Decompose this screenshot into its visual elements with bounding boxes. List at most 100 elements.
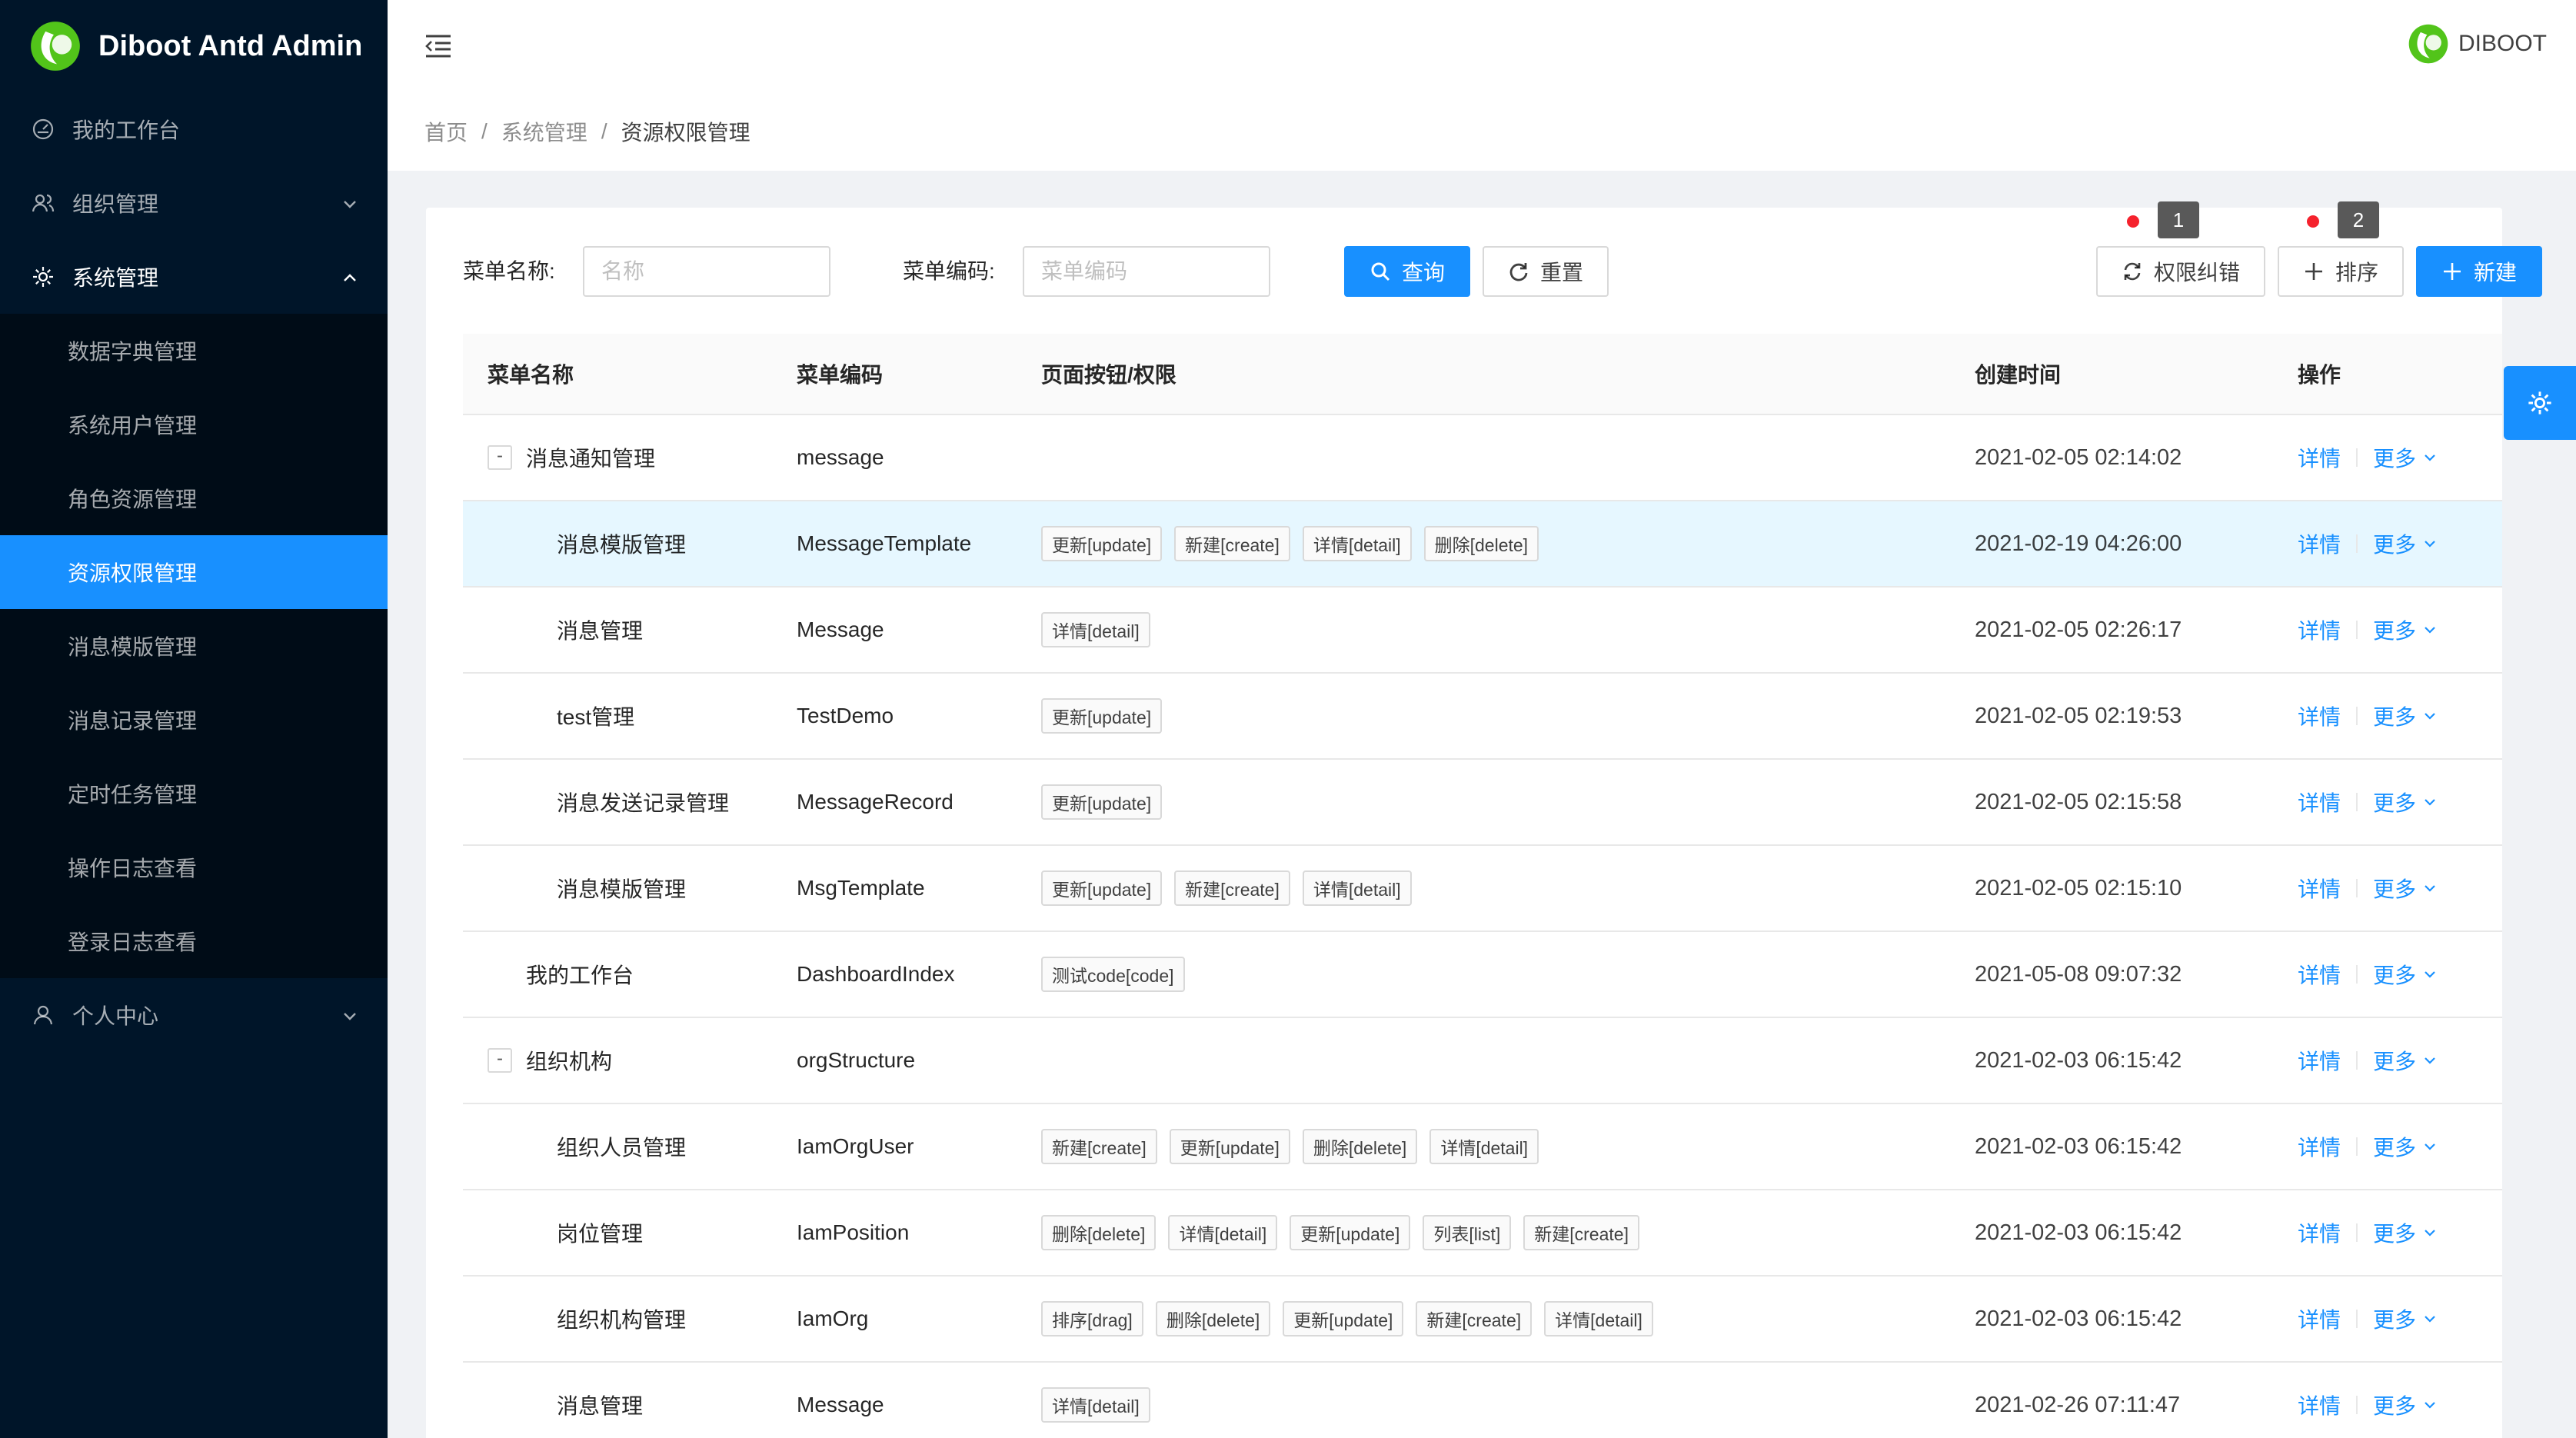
chevron-down-icon bbox=[2425, 713, 2435, 720]
permission-tag: 更新[update] bbox=[1041, 526, 1163, 561]
chevron-down-icon bbox=[2425, 1057, 2435, 1064]
reset-button-label: 重置 bbox=[1539, 261, 1583, 285]
permission-tag: 新建[create] bbox=[1416, 1301, 1533, 1336]
cell-actions: 详情 更多 bbox=[2298, 588, 2438, 672]
detail-link[interactable]: 详情 bbox=[2298, 1303, 2341, 1334]
more-dropdown[interactable]: 更多 bbox=[2373, 959, 2438, 990]
logo[interactable]: Diboot Antd Admin bbox=[0, 0, 388, 92]
detail-link[interactable]: 详情 bbox=[2298, 528, 2341, 559]
action-divider bbox=[2356, 621, 2358, 639]
col-header-created: 创建时间 bbox=[1975, 363, 2062, 387]
menu-name-text: 消息模版管理 bbox=[557, 877, 687, 901]
more-dropdown[interactable]: 更多 bbox=[2373, 701, 2438, 731]
menu-name-input[interactable] bbox=[583, 246, 830, 297]
table-row[interactable]: - 组织机构 orgStructure 2021-02-03 06:15:42 详情 更多 bbox=[463, 1018, 2502, 1104]
detail-link[interactable]: 详情 bbox=[2298, 1045, 2341, 1076]
cell-permissions: 测试code[code] bbox=[1041, 932, 1197, 1017]
action-divider bbox=[2356, 793, 2358, 811]
action-divider bbox=[2356, 1051, 2358, 1070]
sidebar-item-msg-templates[interactable]: 消息模版管理 bbox=[0, 609, 388, 683]
row-expand-toggle[interactable]: - bbox=[488, 1048, 512, 1073]
sidebar-item-operation-logs[interactable]: 操作日志查看 bbox=[0, 831, 388, 904]
sidebar-item-roles[interactable]: 角色资源管理 bbox=[0, 461, 388, 535]
app-title: Diboot Antd Admin bbox=[98, 29, 363, 62]
detail-link[interactable]: 详情 bbox=[2298, 614, 2341, 645]
table-row[interactable]: 消息管理 Message 详情[detail] 2021-02-05 02:26:17… bbox=[463, 588, 2502, 674]
more-dropdown[interactable]: 更多 bbox=[2373, 1303, 2438, 1334]
cell-actions: 详情 更多 bbox=[2298, 674, 2438, 758]
sidebar-item-system[interactable]: 系统管理 bbox=[0, 240, 388, 314]
permission-fix-button[interactable]: 1 权限纠错 bbox=[2096, 201, 2265, 297]
table-header: 菜单名称 菜单编码 页面按钮/权限 创建时间 操作 bbox=[463, 334, 2502, 415]
avatar bbox=[2408, 24, 2448, 64]
breadcrumb-separator: / bbox=[481, 119, 488, 143]
detail-link[interactable]: 详情 bbox=[2298, 1131, 2341, 1162]
detail-link[interactable]: 详情 bbox=[2298, 787, 2341, 817]
more-dropdown[interactable]: 更多 bbox=[2373, 1045, 2438, 1076]
menu-name-text: 消息管理 bbox=[557, 619, 644, 643]
sidebar-item-profile[interactable]: 个人中心 bbox=[0, 978, 388, 1052]
system-submenu: 数据字典管理 系统用户管理 角色资源管理 资源权限管理 消息模版管理 消息记录管… bbox=[0, 314, 388, 978]
sidebar-item-dashboard[interactable]: 我的工作台 bbox=[0, 92, 388, 166]
table-row[interactable]: 消息发送记录管理 MessageRecord 更新[update] 2021-02-0… bbox=[463, 760, 2502, 846]
chevron-down-icon bbox=[2425, 1143, 2435, 1150]
sidebar-item-org[interactable]: 组织管理 bbox=[0, 166, 388, 240]
cell-actions: 详情 更多 bbox=[2298, 846, 2438, 930]
table-row[interactable]: 岗位管理 IamPosition 删除[delete] 详情[detail] 更新[up… bbox=[463, 1190, 2502, 1277]
sidebar-item-permissions[interactable]: 资源权限管理 bbox=[0, 535, 388, 609]
detail-link[interactable]: 详情 bbox=[2298, 959, 2341, 990]
cell-actions: 详情 更多 bbox=[2298, 1363, 2438, 1438]
sidebar-item-label: 操作日志查看 bbox=[68, 857, 198, 880]
menu-code-input[interactable] bbox=[1023, 246, 1270, 297]
query-button[interactable]: 查询 bbox=[1344, 246, 1470, 297]
row-expand-toggle[interactable]: - bbox=[488, 445, 512, 470]
table-body: - 消息通知管理 message 2021-02-05 02:14:02 详情 更多 消息模… bbox=[463, 415, 2502, 1438]
more-dropdown[interactable]: 更多 bbox=[2373, 614, 2438, 645]
table-row[interactable]: 消息管理 Message 详情[detail] 2021-02-26 07:11:47… bbox=[463, 1363, 2502, 1438]
reset-button[interactable]: 重置 bbox=[1483, 246, 1609, 297]
cell-created-time: 2021-02-26 07:11:47 bbox=[1975, 1392, 2181, 1417]
detail-link[interactable]: 详情 bbox=[2298, 1217, 2341, 1248]
sidebar-item-login-logs[interactable]: 登录日志查看 bbox=[0, 904, 388, 978]
detail-link[interactable]: 详情 bbox=[2298, 1390, 2341, 1420]
table-row[interactable]: 消息模版管理 MessageTemplate 更新[update] 新建[create… bbox=[463, 501, 2502, 588]
table-row[interactable]: 组织人员管理 IamOrgUser 新建[create] 更新[update] 删除[d… bbox=[463, 1104, 2502, 1190]
more-dropdown[interactable]: 更多 bbox=[2373, 528, 2438, 559]
detail-link[interactable]: 详情 bbox=[2298, 873, 2341, 904]
permission-tag: 更新[update] bbox=[1283, 1301, 1404, 1336]
search-icon bbox=[1371, 262, 1390, 281]
cell-created-time: 2021-02-05 02:15:10 bbox=[1975, 875, 2182, 900]
cell-created-time: 2021-02-03 06:15:42 bbox=[1975, 1306, 2182, 1331]
sidebar-item-msg-records[interactable]: 消息记录管理 bbox=[0, 683, 388, 757]
sidebar-item-scheduled-tasks[interactable]: 定时任务管理 bbox=[0, 757, 388, 831]
more-dropdown[interactable]: 更多 bbox=[2373, 1390, 2438, 1420]
sidebar-item-users[interactable]: 系统用户管理 bbox=[0, 388, 388, 461]
more-dropdown[interactable]: 更多 bbox=[2373, 442, 2438, 473]
cell-permissions: 更新[update] bbox=[1041, 760, 1174, 844]
menu-name-text: 岗位管理 bbox=[557, 1222, 644, 1246]
cell-permissions: 删除[delete] 详情[detail] 更新[update] 列表[list] 新建… bbox=[1041, 1190, 1652, 1275]
more-dropdown[interactable]: 更多 bbox=[2373, 787, 2438, 817]
reload-icon bbox=[1509, 263, 1528, 281]
user-menu[interactable]: DIBOOT bbox=[2408, 23, 2547, 65]
table-row[interactable]: 我的工作台 DashboardIndex 测试code[code] 2021-05-0… bbox=[463, 932, 2502, 1018]
more-dropdown[interactable]: 更多 bbox=[2373, 1131, 2438, 1162]
settings-drawer-handle[interactable] bbox=[2504, 366, 2576, 440]
sidebar-item-dict[interactable]: 数据字典管理 bbox=[0, 314, 388, 388]
menu-fold-icon[interactable] bbox=[421, 29, 455, 63]
table-row[interactable]: - 消息通知管理 message 2021-02-05 02:14:02 详情 更多 bbox=[463, 415, 2502, 501]
breadcrumb-system[interactable]: 系统管理 bbox=[501, 116, 587, 147]
more-dropdown[interactable]: 更多 bbox=[2373, 1217, 2438, 1248]
action-divider bbox=[2356, 1310, 2358, 1328]
more-dropdown[interactable]: 更多 bbox=[2373, 873, 2438, 904]
sync-icon bbox=[2124, 262, 2141, 281]
new-button[interactable]: 新建 bbox=[2416, 246, 2542, 297]
detail-link[interactable]: 详情 bbox=[2298, 701, 2341, 731]
breadcrumb-home[interactable]: 首页 bbox=[424, 116, 468, 147]
sidebar-item-label: 个人中心 bbox=[72, 1004, 159, 1028]
table-row[interactable]: 组织机构管理 IamOrg 排序[drag] 删除[delete] 更新[update]… bbox=[463, 1277, 2502, 1363]
table-row[interactable]: test管理 TestDemo 更新[update] 2021-02-05 02:19… bbox=[463, 674, 2502, 760]
table-row[interactable]: 消息模版管理 MsgTemplate 更新[update] 新建[create] 详情[… bbox=[463, 846, 2502, 932]
detail-link[interactable]: 详情 bbox=[2298, 442, 2341, 473]
sort-button[interactable]: 2 排序 bbox=[2278, 201, 2404, 297]
